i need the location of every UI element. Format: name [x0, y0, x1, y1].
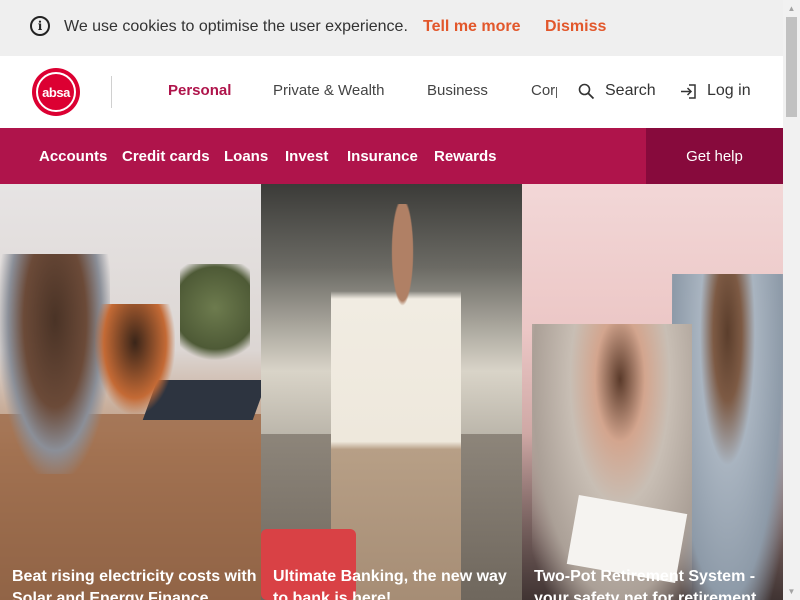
- scroll-up-arrow-icon[interactable]: ▲: [783, 0, 800, 17]
- dismiss-button[interactable]: Dismiss: [545, 18, 606, 36]
- login-button[interactable]: Log in: [680, 82, 751, 100]
- logo-text: absa: [36, 72, 76, 112]
- tell-me-more-link[interactable]: Tell me more: [423, 18, 521, 36]
- nav-rewards[interactable]: Rewards: [434, 148, 497, 165]
- nav-accounts[interactable]: Accounts: [39, 148, 107, 165]
- search-icon: [578, 83, 595, 99]
- main-nav: Accounts Credit cards Loans Invest Insur…: [0, 128, 783, 184]
- cookie-message: We use cookies to optimise the user expe…: [64, 18, 408, 35]
- nav-loans[interactable]: Loans: [224, 148, 268, 165]
- nav-invest[interactable]: Invest: [285, 148, 328, 165]
- absa-logo[interactable]: absa: [32, 68, 80, 116]
- search-label: Search: [605, 82, 656, 99]
- header-divider: [111, 76, 112, 108]
- card-ultimate-banking[interactable]: Ultimate Banking, the new way to bank is…: [261, 184, 522, 600]
- info-icon: i: [30, 16, 50, 36]
- hero-cards: Beat rising electricity costs with Solar…: [0, 184, 783, 600]
- get-help-button[interactable]: Get help: [646, 128, 783, 184]
- top-nav-corporate[interactable]: Corporate: [531, 82, 557, 99]
- card-title: Two-Pot Retirement System - your safety …: [534, 568, 757, 600]
- page-scrollbar[interactable]: ▲ ▼: [783, 0, 800, 600]
- card-title: Ultimate Banking, the new way to bank is…: [273, 568, 507, 600]
- scroll-down-arrow-icon[interactable]: ▼: [783, 583, 800, 600]
- card-two-pot-retirement[interactable]: Two-Pot Retirement System - your safety …: [522, 184, 783, 600]
- site-header: absa Personal Private & Wealth Business …: [0, 56, 783, 128]
- top-nav-personal[interactable]: Personal: [168, 82, 231, 99]
- top-nav-private-wealth[interactable]: Private & Wealth: [273, 82, 384, 99]
- top-nav: Personal Private & Wealth Business Corpo…: [168, 56, 557, 128]
- child-image: [95, 304, 175, 414]
- person-image: [0, 254, 110, 474]
- login-label: Log in: [707, 82, 751, 99]
- plant-image: [180, 264, 250, 374]
- nav-insurance[interactable]: Insurance: [347, 148, 418, 165]
- card-title: Beat rising electricity costs with Solar…: [12, 568, 257, 600]
- top-nav-business[interactable]: Business: [427, 82, 488, 99]
- card-solar-finance[interactable]: Beat rising electricity costs with Solar…: [0, 184, 261, 600]
- scrollbar-thumb[interactable]: [786, 17, 797, 117]
- nav-credit-cards[interactable]: Credit cards: [122, 148, 210, 165]
- login-icon: [681, 83, 696, 99]
- search-button[interactable]: Search: [578, 82, 656, 100]
- cookie-banner: i We use cookies to optimise the user ex…: [0, 0, 783, 56]
